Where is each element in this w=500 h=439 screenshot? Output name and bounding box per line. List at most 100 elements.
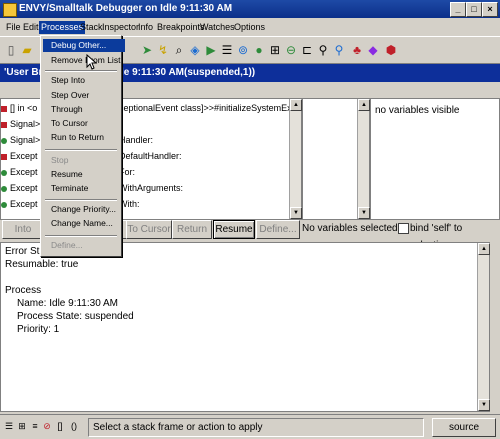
menu-remove-from-list[interactable]: Remove From List — [43, 54, 125, 67]
menu-change-name[interactable]: Change Name... — [43, 217, 125, 230]
bookmark-icon[interactable]: ⊏ — [300, 43, 314, 57]
process-header-title: 'User Br — [4, 67, 43, 78]
text-line: Resumable: true — [5, 259, 79, 270]
window-title-bar: ENVY/Smalltalk Debugger on Idle 9:11:30 … — [0, 0, 500, 18]
menu-step-into[interactable]: Step Into — [43, 74, 125, 87]
menu-stop[interactable]: Stop — [43, 154, 125, 167]
class-icon[interactable]: ◆ — [366, 43, 380, 57]
filter-icon[interactable]: ≡ — [30, 421, 40, 431]
variables-scrollbar[interactable]: ▲ ▼ — [357, 99, 370, 219]
status-message: Select a stack frame or action to apply — [88, 418, 424, 437]
text-line: Process — [5, 285, 42, 296]
menu-bar: File Edit Processes Stack Inspector Info… — [0, 19, 500, 35]
menu-step-over[interactable]: Step Over — [43, 89, 125, 102]
text-scrollbar[interactable]: ▲ ▼ — [477, 243, 490, 411]
menu-separator — [45, 235, 117, 237]
to-cursor-button[interactable]: To Cursor — [126, 220, 172, 239]
menu-info[interactable]: Info — [136, 21, 155, 34]
watch-icon[interactable]: ⊚ — [236, 43, 250, 57]
no-variables-selected-label: No variables selected. — [302, 223, 401, 234]
parenthesis-icon[interactable]: () — [69, 421, 79, 431]
app-icon — [3, 3, 17, 17]
stop-icon[interactable]: ⬢ — [384, 43, 398, 57]
text-line: Process State: suspended — [17, 311, 134, 322]
error-marker-icon — [1, 121, 7, 128]
find-icon[interactable]: ⚲ — [332, 43, 346, 57]
ok-marker-icon — [1, 137, 7, 144]
menu-through[interactable]: Through — [43, 103, 125, 116]
ok-marker-icon — [1, 169, 7, 176]
globe-icon[interactable]: ● — [252, 43, 266, 57]
status-bar: ☰ ⊞ ≡ ⊘ [] () Select a stack frame or ac… — [0, 414, 500, 439]
process-info-text[interactable]: Error String: User Break Resumable: true… — [0, 242, 490, 412]
return-button[interactable]: Return — [172, 220, 212, 239]
stack-frame-row[interactable]: Except With: — [1, 197, 140, 212]
stack-frame-row[interactable]: Except WithArguments: — [1, 181, 183, 196]
close-button[interactable]: × — [482, 2, 498, 17]
text-line: Name: Idle 9:11:30 AM — [17, 298, 118, 309]
resume-button[interactable]: Resume — [213, 220, 255, 239]
menu-separator — [45, 149, 117, 151]
window-title: ENVY/Smalltalk Debugger on Idle 9:11:30 … — [19, 3, 233, 14]
ok-marker-icon — [1, 185, 7, 192]
menu-change-priority[interactable]: Change Priority... — [43, 203, 125, 216]
menu-debug-other[interactable]: Debug Other... — [43, 39, 125, 52]
menu-edit[interactable]: Edit — [21, 21, 41, 34]
menu-to-cursor[interactable]: To Cursor — [43, 117, 125, 130]
scroll-up-button[interactable]: ▲ — [290, 99, 302, 111]
refresh-icon[interactable]: ⊖ — [284, 43, 298, 57]
hierarchy-icon[interactable]: ⊞ — [268, 43, 282, 57]
text-line: Priority: 1 — [17, 324, 60, 335]
no-entry-icon[interactable]: ⊘ — [42, 421, 52, 431]
process-header-status: le 9:11:30 AM(suspended,1)) — [121, 67, 256, 78]
maximize-button[interactable]: □ — [466, 2, 482, 17]
no-variables-label: no variables visible — [375, 105, 460, 116]
proceed-icon[interactable]: ▶ — [204, 43, 218, 57]
scroll-down-button[interactable]: ▼ — [478, 399, 490, 411]
scroll-down-button[interactable]: ▼ — [358, 207, 370, 219]
zoom-icon[interactable]: ⌕ — [172, 43, 186, 57]
menu-separator — [45, 199, 117, 201]
stack-scrollbar[interactable]: ▲ ▼ — [289, 99, 302, 219]
tree-view-icon[interactable]: ⊞ — [17, 421, 27, 431]
menu-define[interactable]: Define... — [43, 239, 125, 252]
into-button[interactable]: Into — [2, 220, 44, 239]
bind-self-label: bind 'self' to selection — [410, 223, 463, 251]
mouse-cursor-icon — [86, 54, 98, 70]
list-view-icon[interactable]: ☰ — [4, 421, 14, 431]
processes-menu: Debug Other... Remove From List Step Int… — [40, 35, 125, 257]
scroll-up-button[interactable]: ▲ — [358, 99, 370, 111]
inspect-icon[interactable]: ◈ — [188, 43, 202, 57]
stack-frame-row[interactable]: Signal> — [1, 117, 40, 132]
stack-frame-row[interactable]: Except DefaultHandler: — [1, 149, 182, 164]
variables-pane[interactable]: no variables visible — [370, 98, 500, 220]
menu-file[interactable]: File — [4, 21, 23, 34]
scroll-up-button[interactable]: ▲ — [478, 243, 490, 255]
error-marker-icon — [1, 105, 7, 112]
menu-inspector[interactable]: Inspector — [100, 21, 141, 34]
search-icon[interactable]: ⚲ — [316, 43, 330, 57]
menu-separator — [45, 70, 117, 72]
breakpoint-icon[interactable]: ♣ — [350, 43, 364, 57]
define-button[interactable]: Define... — [256, 220, 300, 239]
menu-run-to-return[interactable]: Run to Return — [43, 131, 125, 144]
variable-names-list[interactable]: ▲ ▼ — [302, 98, 370, 220]
step-icon[interactable]: ↯ — [156, 43, 170, 57]
minimize-button[interactable]: _ — [450, 2, 466, 17]
bind-self-checkbox[interactable] — [398, 223, 409, 234]
menu-options[interactable]: Options — [232, 21, 267, 34]
menu-terminate[interactable]: Terminate — [43, 182, 125, 195]
scroll-down-button[interactable]: ▼ — [290, 207, 302, 219]
stack-frame-row[interactable]: Signal> Handler: — [1, 133, 153, 148]
open-folder-icon[interactable]: ▰ — [20, 43, 34, 57]
stack-frame-row[interactable]: [] in <o ceptionalEvent class]>>#initial… — [1, 101, 292, 116]
menu-watches[interactable]: Watches — [198, 21, 237, 34]
new-file-icon[interactable]: ▯ — [4, 43, 18, 57]
list-icon[interactable]: ☰ — [220, 43, 234, 57]
source-button[interactable]: source — [432, 418, 496, 437]
run-icon[interactable]: ➤ — [140, 43, 154, 57]
bracket-icon[interactable]: [] — [55, 421, 65, 431]
error-marker-icon — [1, 153, 7, 160]
stack-frame-row[interactable]: Except For: — [1, 165, 135, 180]
menu-resume[interactable]: Resume — [43, 168, 125, 181]
